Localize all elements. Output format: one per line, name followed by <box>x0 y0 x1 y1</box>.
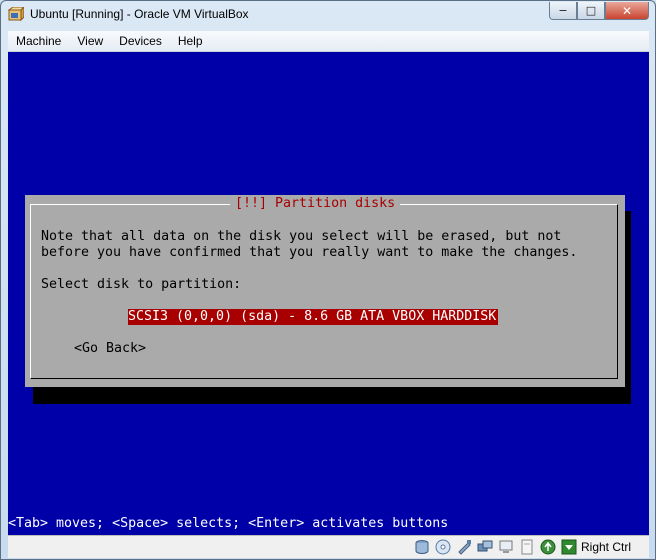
usb-icon[interactable] <box>456 539 472 555</box>
warning-text-line-1: Note that all data on the disk you selec… <box>41 229 562 244</box>
host-key-label: Right Ctrl <box>580 540 631 554</box>
select-disk-prompt: Select disk to partition: <box>41 277 242 292</box>
menu-devices[interactable]: Devices <box>111 31 170 51</box>
dialog-title-text: Partition disks <box>267 196 396 211</box>
partition-disks-dialog: [!!] Partition disks Note that all data … <box>25 195 625 387</box>
dialog-title-flag: [!!] <box>235 196 268 211</box>
title-bar[interactable]: Ubuntu [Running] - Oracle VM VirtualBox … <box>1 1 655 31</box>
menu-machine[interactable]: Machine <box>8 31 69 51</box>
key-hint: <Tab> moves; <Space> selects; <Enter> ac… <box>8 516 449 531</box>
menu-view[interactable]: View <box>69 31 111 51</box>
menu-bar: Machine View Devices Help <box>8 31 649 52</box>
network-icon[interactable] <box>498 539 514 555</box>
host-key-icon[interactable] <box>561 539 577 555</box>
virtualbox-app-icon[interactable] <box>8 7 24 23</box>
close-button[interactable]: ✕ <box>605 2 649 20</box>
mouse-integration-icon[interactable] <box>540 539 556 555</box>
menu-help[interactable]: Help <box>170 31 211 51</box>
optical-drive-icon[interactable] <box>435 539 451 555</box>
dialog-title: [!!] Partition disks <box>230 196 401 212</box>
go-back-button[interactable]: <Go Back> <box>74 341 146 357</box>
vm-screen[interactable]: [!!] Partition disks Note that all data … <box>8 52 649 535</box>
virtualbox-window: Ubuntu [Running] - Oracle VM VirtualBox … <box>0 0 656 560</box>
shared-folders-icon[interactable] <box>477 539 493 555</box>
window-title: Ubuntu [Running] - Oracle VM VirtualBox <box>30 7 249 21</box>
hard-disk-icon[interactable] <box>414 539 430 555</box>
capture-icon[interactable] <box>519 539 535 555</box>
minimize-button[interactable]: − <box>549 2 577 20</box>
status-bar: Right Ctrl <box>8 535 649 558</box>
warning-text-line-2: before you have confirmed that you reall… <box>41 245 578 260</box>
disk-option-sda[interactable]: SCSI3 (0,0,0) (sda) - 8.6 GB ATA VBOX HA… <box>128 309 498 325</box>
maximize-button[interactable]: □ <box>577 2 605 20</box>
